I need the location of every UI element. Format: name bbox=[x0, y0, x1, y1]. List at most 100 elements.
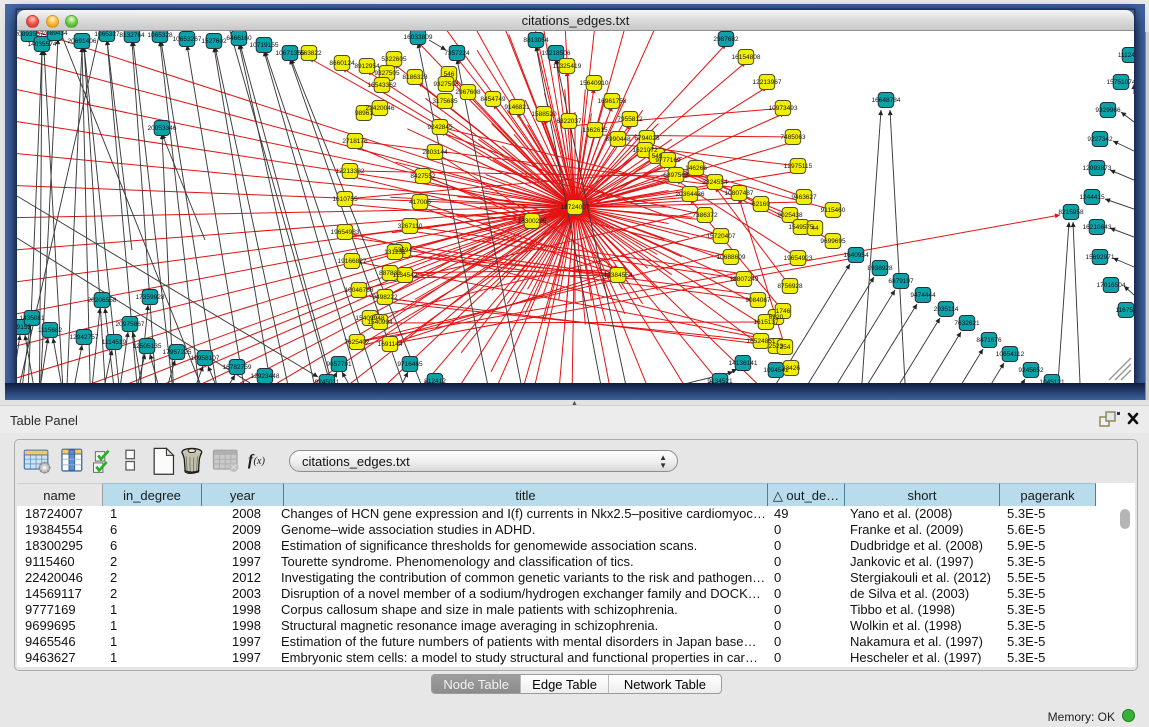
svg-text:8454749: 8454749 bbox=[480, 96, 506, 103]
svg-text:6322037: 6322037 bbox=[556, 118, 582, 125]
svg-text:9329966: 9329966 bbox=[1095, 107, 1121, 114]
svg-text:9699695: 9699695 bbox=[820, 238, 846, 245]
svg-text:9134521: 9134521 bbox=[707, 378, 733, 383]
svg-text:9146821: 9146821 bbox=[504, 104, 530, 111]
svg-text:10973493: 10973493 bbox=[769, 105, 798, 112]
svg-text:7386372: 7386372 bbox=[692, 212, 718, 219]
svg-text:14136141: 14136141 bbox=[729, 360, 758, 367]
svg-text:9777169: 9777169 bbox=[655, 157, 681, 164]
svg-text:12975115: 12975115 bbox=[784, 163, 813, 170]
svg-text:15751074: 15751074 bbox=[1107, 79, 1134, 86]
svg-text:9657791: 9657791 bbox=[326, 361, 352, 368]
svg-text:2803144: 2803144 bbox=[422, 149, 448, 156]
svg-text:1362615: 1362615 bbox=[582, 127, 608, 134]
svg-text:9245011: 9245011 bbox=[315, 379, 340, 383]
svg-text:8186328: 8186328 bbox=[402, 74, 428, 81]
svg-text:12093873: 12093873 bbox=[1083, 165, 1112, 172]
svg-text:9115460: 9115460 bbox=[821, 207, 846, 214]
svg-text:8132764: 8132764 bbox=[119, 32, 145, 39]
svg-text:19384554: 19384554 bbox=[604, 272, 633, 279]
svg-text:18724007: 18724007 bbox=[561, 204, 590, 211]
svg-text:8215958: 8215958 bbox=[1058, 209, 1084, 216]
svg-text:20364436: 20364436 bbox=[676, 191, 705, 198]
svg-text:16782759: 16782759 bbox=[223, 364, 252, 371]
svg-text:6879197: 6879197 bbox=[888, 278, 914, 285]
svg-text:20053346: 20053346 bbox=[148, 125, 177, 132]
svg-text:9227342: 9227342 bbox=[1087, 136, 1113, 143]
svg-text:1115682: 1115682 bbox=[38, 327, 63, 334]
svg-text:44: 44 bbox=[811, 225, 819, 232]
svg-text:7663822: 7663822 bbox=[296, 50, 322, 57]
svg-text:9498222: 9498222 bbox=[372, 294, 398, 301]
svg-text:16033809: 16033809 bbox=[404, 34, 433, 41]
svg-text:10958107: 10958107 bbox=[191, 355, 220, 362]
svg-text:10654112: 10654112 bbox=[996, 351, 1025, 358]
svg-text:8813054: 8813054 bbox=[523, 37, 549, 44]
svg-text:10653267: 10653267 bbox=[173, 36, 202, 43]
svg-text:12923448: 12923448 bbox=[251, 373, 280, 380]
svg-text:12942757: 12942757 bbox=[70, 334, 99, 341]
svg-text:9245652: 9245652 bbox=[1018, 367, 1044, 374]
svg-text:17016504: 17016504 bbox=[1097, 282, 1126, 289]
svg-text:15692971: 15692971 bbox=[1086, 254, 1115, 261]
svg-text:15720407: 15720407 bbox=[707, 233, 736, 240]
svg-text:17359928: 17359928 bbox=[136, 294, 165, 301]
svg-text:12505135: 12505135 bbox=[133, 343, 162, 350]
svg-text:8938928: 8938928 bbox=[867, 265, 893, 272]
svg-text:417006: 417006 bbox=[409, 199, 431, 206]
svg-text:9463627: 9463627 bbox=[791, 194, 817, 201]
svg-text:1746: 1746 bbox=[776, 308, 791, 315]
svg-text:1527602: 1527602 bbox=[201, 38, 227, 45]
svg-text:6897568: 6897568 bbox=[663, 172, 689, 179]
svg-text:9474444: 9474444 bbox=[910, 292, 936, 299]
svg-text:12213382: 12213382 bbox=[336, 168, 365, 175]
svg-text:1549575: 1549575 bbox=[788, 224, 814, 231]
svg-text:5322605: 5322605 bbox=[381, 56, 407, 63]
svg-text:1691144: 1691144 bbox=[378, 341, 403, 348]
svg-text:1112451: 1112451 bbox=[1118, 52, 1134, 59]
svg-text:16961758: 16961758 bbox=[598, 98, 627, 105]
svg-text:62160: 62160 bbox=[752, 201, 770, 208]
svg-text:(x): (x) bbox=[253, 456, 265, 467]
svg-text:14035574: 14035574 bbox=[28, 41, 57, 48]
svg-text:546: 546 bbox=[444, 71, 455, 78]
svg-text:2089434: 2089434 bbox=[42, 31, 68, 37]
svg-text:9025438: 9025438 bbox=[777, 212, 803, 219]
svg-text:10719155: 10719155 bbox=[250, 42, 279, 49]
svg-text:20691406: 20691406 bbox=[68, 38, 97, 45]
svg-text:18300295: 18300295 bbox=[518, 218, 547, 225]
svg-text:8912954: 8912954 bbox=[354, 63, 380, 70]
svg-text:12213967: 12213967 bbox=[753, 79, 782, 86]
svg-text:9327505: 9327505 bbox=[374, 70, 400, 77]
svg-text:2718176: 2718176 bbox=[342, 138, 368, 145]
svg-text:1540994: 1540994 bbox=[367, 319, 393, 326]
svg-text:98961: 98961 bbox=[355, 110, 373, 117]
svg-text:3824554: 3824554 bbox=[702, 179, 728, 186]
svg-text:2987682: 2987682 bbox=[713, 36, 739, 43]
svg-text:8471676: 8471676 bbox=[976, 337, 1002, 344]
svg-text:116753: 116753 bbox=[1115, 307, 1134, 314]
svg-text:16543362: 16543362 bbox=[368, 82, 397, 89]
svg-text:19218506: 19218506 bbox=[542, 50, 571, 57]
svg-text:16210643: 16210643 bbox=[1083, 224, 1112, 231]
svg-text:3267110: 3267110 bbox=[398, 223, 423, 230]
svg-text:146266: 146266 bbox=[685, 165, 707, 172]
svg-text:1588520: 1588520 bbox=[531, 111, 557, 118]
svg-text:39159: 39159 bbox=[17, 324, 31, 331]
svg-text:8756928: 8756928 bbox=[777, 283, 803, 290]
svg-text:10046768: 10046768 bbox=[345, 287, 374, 294]
svg-text:1065327: 1065327 bbox=[94, 31, 120, 38]
svg-text:8990448: 8990448 bbox=[605, 136, 631, 143]
svg-text:20206558: 20206558 bbox=[88, 297, 117, 304]
svg-text:8427552: 8427552 bbox=[410, 173, 436, 180]
svg-text:1244415: 1244415 bbox=[1079, 194, 1105, 201]
svg-text:7485063: 7485063 bbox=[780, 134, 806, 141]
svg-text:11325419: 11325419 bbox=[553, 63, 582, 70]
svg-text:10688609: 10688609 bbox=[717, 254, 746, 261]
svg-text:9242845: 9242845 bbox=[427, 124, 453, 131]
svg-text:812412: 812412 bbox=[424, 378, 446, 383]
svg-text:20893557: 20893557 bbox=[17, 31, 44, 38]
svg-text:1615137: 1615137 bbox=[753, 319, 779, 326]
svg-text:887833: 887833 bbox=[379, 270, 401, 277]
svg-text:1610755: 1610755 bbox=[332, 196, 358, 203]
